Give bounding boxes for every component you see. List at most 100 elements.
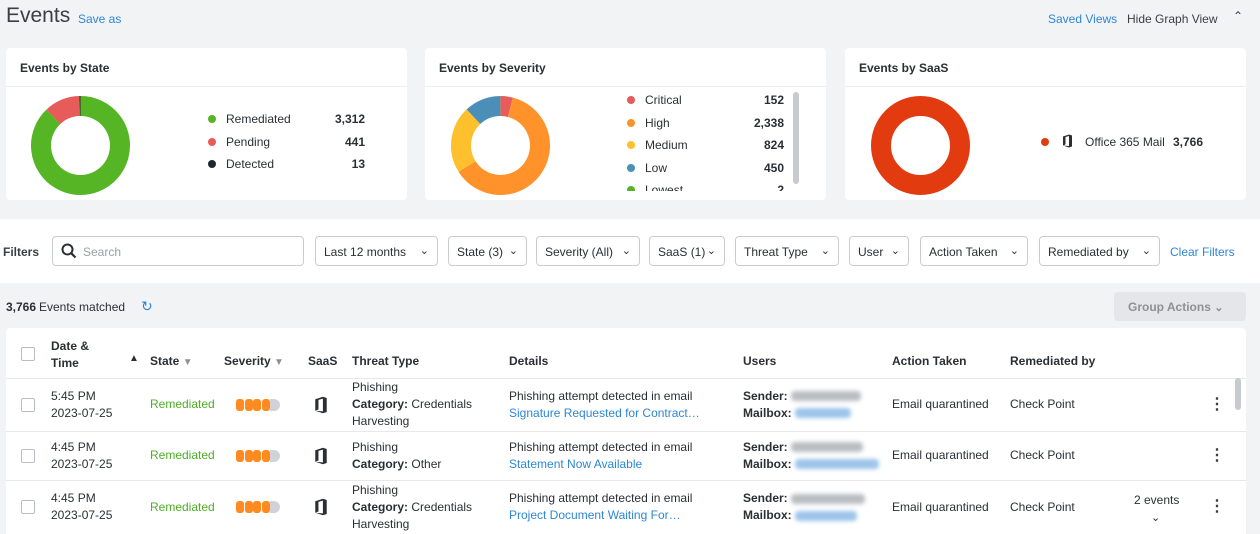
user-filter[interactable]: User ⌄ <box>849 236 909 266</box>
saas-filter[interactable]: SaaS (1) ⌄ <box>649 236 725 266</box>
chevron-down-icon: ⌄ <box>1214 302 1224 314</box>
filters-label: Filters <box>3 245 40 259</box>
state-value: Remediated <box>150 397 215 411</box>
category-value: Credentials <box>411 397 473 411</box>
divider <box>6 431 1246 432</box>
category-label: Category: <box>352 397 409 411</box>
detail-text: Phishing attempt detected in email <box>509 491 693 505</box>
threat-name: Phishing <box>352 380 399 394</box>
row-menu-icon[interactable]: ⋮ <box>1209 445 1225 465</box>
donut-slice-pending[interactable] <box>46 96 81 125</box>
severity-segment <box>236 501 244 513</box>
row-checkbox[interactable] <box>21 397 35 412</box>
severity-segment <box>236 398 244 411</box>
mailbox-redacted[interactable] <box>795 459 880 470</box>
legend-scrollbar[interactable] <box>793 92 799 184</box>
state-donut-chart <box>31 96 130 195</box>
legend-item[interactable]: Critical 152 <box>627 92 784 108</box>
date-range-filter[interactable]: Last 12 months ⌄ <box>315 236 438 266</box>
donut-slice-remediated[interactable] <box>31 96 130 195</box>
row-checkbox[interactable] <box>21 448 35 463</box>
column-header-date[interactable]: Date & Time <box>51 338 89 372</box>
donut-slice-office-365-mail[interactable] <box>871 96 970 195</box>
table-scrollbar[interactable] <box>1235 378 1241 410</box>
column-header-severity[interactable]: Severity ▼ <box>224 354 284 368</box>
severity-indicator <box>236 501 280 513</box>
event-time: 4:45 PM <box>51 439 96 454</box>
legend-dot <box>627 141 635 149</box>
severity-segment <box>261 501 270 513</box>
saved-views-link[interactable]: Saved Views <box>1048 12 1117 26</box>
legend-label: Remediated <box>226 112 291 126</box>
legend-item[interactable]: Lowest 2 <box>627 182 784 191</box>
severity-filter[interactable]: Severity (All) ⌄ <box>536 236 640 266</box>
remediated-by-value: Check Point <box>1010 397 1075 411</box>
legend-value: 450 <box>763 160 784 175</box>
legend-dot <box>627 118 635 127</box>
legend-item[interactable]: Remediated 3,312 <box>208 111 365 127</box>
legend-item[interactable]: Low 450 <box>627 160 784 176</box>
select-all-checkbox[interactable] <box>21 347 35 361</box>
legend-value: 152 <box>763 93 784 107</box>
search-icon <box>61 243 77 259</box>
email-subject-link[interactable]: Statement Now Available <box>509 457 642 471</box>
mailbox-redacted[interactable] <box>795 408 852 419</box>
mailbox-redacted[interactable] <box>795 510 858 521</box>
divider <box>845 86 1246 87</box>
column-header-threat-type[interactable]: Threat Type <box>352 354 419 368</box>
refresh-icon[interactable]: ↻ <box>141 298 153 315</box>
column-header-state[interactable]: State ▼ <box>150 354 193 368</box>
column-header-details[interactable]: Details <box>509 354 548 368</box>
events-table: Date & Time ▲ State ▼ Severity ▼ SaaS Thr… <box>6 328 1246 534</box>
page-title: Events <box>6 4 71 27</box>
email-subject-link[interactable]: Signature Requested for Contract… <box>509 406 700 420</box>
legend-item[interactable]: Detected 13 <box>208 156 365 172</box>
column-header-saas[interactable]: SaaS <box>308 354 337 368</box>
save-as-link[interactable]: Save as <box>78 12 121 26</box>
legend-value: 3,766 <box>1173 135 1204 149</box>
legend-value: 13 <box>351 157 365 171</box>
legend-item[interactable]: Pending 441 <box>208 134 365 150</box>
column-header-users[interactable]: Users <box>743 354 776 368</box>
events-by-saas-card: Events by SaaS Office 365 Mail 3,766 <box>845 48 1246 200</box>
office-365-icon <box>315 447 327 464</box>
search-input[interactable]: Search <box>52 236 304 266</box>
chevron-up-icon[interactable]: ⌃ <box>1233 9 1243 23</box>
row-menu-icon[interactable]: ⋮ <box>1209 496 1225 516</box>
detail-text: Phishing attempt detected in email <box>509 388 693 403</box>
events-matched-count: 3,766 <box>6 300 37 314</box>
email-subject-link[interactable]: Project Document Waiting For… <box>509 508 681 522</box>
remediated-by-filter[interactable]: Remediated by ⌄ <box>1039 236 1160 266</box>
column-header-remediated-by[interactable]: Remediated by <box>1010 354 1095 368</box>
chevron-down-icon: ⌄ <box>621 245 631 257</box>
legend-value: 3,312 <box>334 112 365 126</box>
row-checkbox[interactable] <box>21 500 35 514</box>
threat-type-filter[interactable]: Threat Type ⌄ <box>735 236 839 266</box>
legend-item[interactable]: High 2,338 <box>627 115 784 131</box>
sender-label: Sender: <box>743 388 788 403</box>
office-365-icon <box>315 396 327 413</box>
mailbox-label: Mailbox: <box>743 508 792 522</box>
filter-label: Last 12 months <box>324 245 407 259</box>
severity-segment <box>244 449 253 462</box>
state-filter[interactable]: State (3) ⌄ <box>448 236 527 266</box>
legend-item[interactable]: Medium 824 <box>627 137 784 153</box>
legend-value: 2,338 <box>753 115 784 130</box>
group-actions-button[interactable]: Group Actions ⌄ <box>1114 292 1246 321</box>
sender-label: Sender: <box>743 439 788 454</box>
legend-dot <box>208 115 216 123</box>
category-value-cont: Harvesting <box>352 414 410 428</box>
legend-dot <box>627 186 635 191</box>
severity-indicator <box>236 449 280 462</box>
action-taken-filter[interactable]: Action Taken ⌄ <box>920 236 1028 266</box>
grouped-events-toggle[interactable]: 2 events ⌄ <box>1134 492 1179 527</box>
event-time: 5:45 PM <box>51 388 96 403</box>
column-header-action-taken[interactable]: Action Taken <box>892 354 966 368</box>
row-menu-icon[interactable]: ⋮ <box>1209 394 1225 414</box>
clear-filters-link[interactable]: Clear Filters <box>1170 245 1235 259</box>
sender-label: Sender: <box>743 491 788 505</box>
card-title: Events by SaaS <box>859 61 949 75</box>
sort-ascending-icon[interactable]: ▲ <box>129 353 139 364</box>
hide-graph-view-button[interactable]: Hide Graph View <box>1127 12 1218 26</box>
action-taken-value: Email quarantined <box>892 448 989 462</box>
